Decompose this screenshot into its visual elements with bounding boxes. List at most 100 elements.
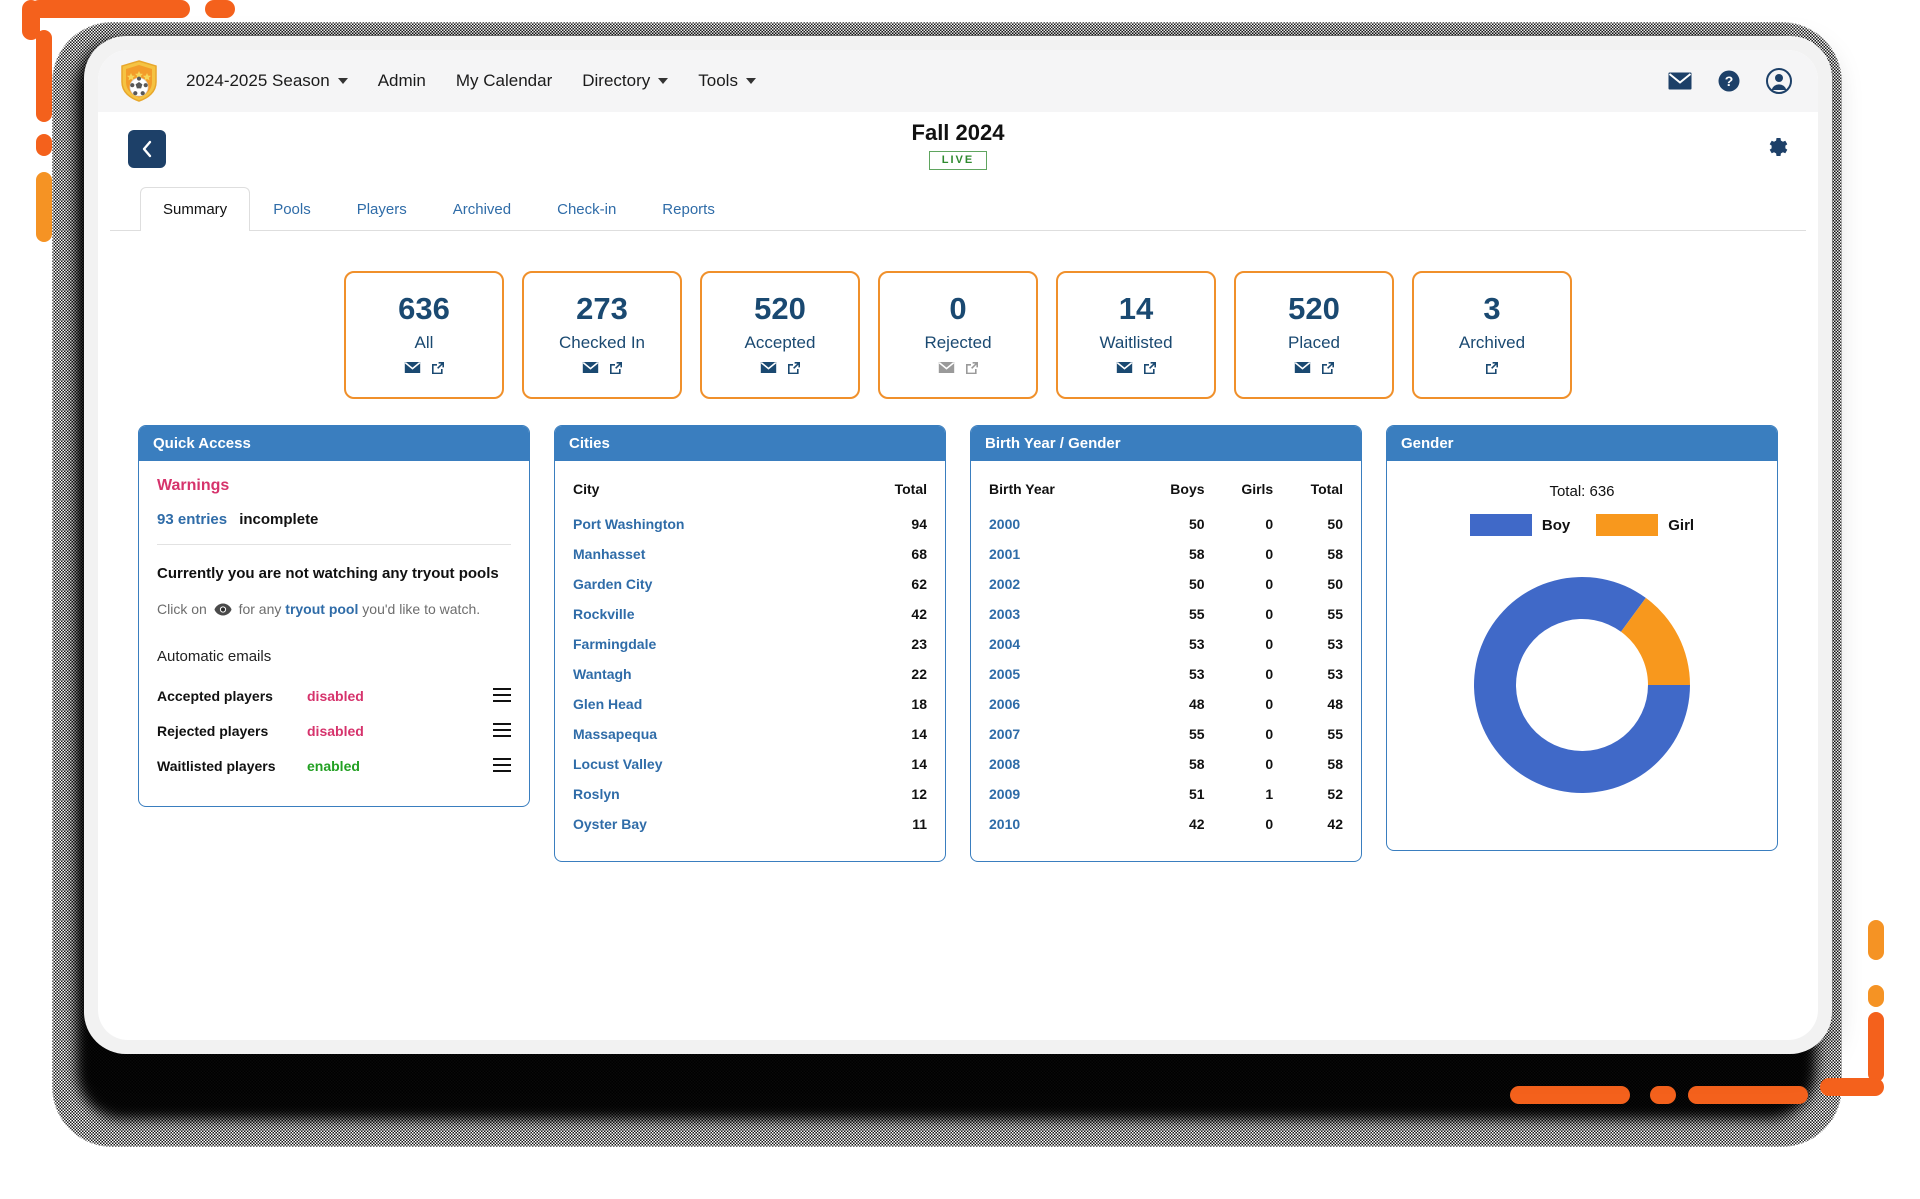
envelope-icon[interactable]	[582, 361, 599, 379]
birth-year-value[interactable]: 2006	[989, 689, 1131, 719]
stat-card-placed[interactable]: 520Placed	[1234, 271, 1394, 399]
birth-year-value[interactable]: 2009	[989, 779, 1131, 809]
tab-summary[interactable]: Summary	[140, 187, 250, 231]
envelope-icon[interactable]	[760, 361, 777, 379]
external-link-icon[interactable]	[431, 361, 445, 380]
stat-actions	[1485, 361, 1499, 380]
legend-item-boy: Boy	[1470, 514, 1570, 536]
stat-value: 273	[576, 291, 628, 327]
birth-year-value[interactable]: 2003	[989, 599, 1131, 629]
external-link-icon[interactable]	[1143, 361, 1157, 380]
user-avatar-icon[interactable]	[1766, 68, 1792, 94]
city-name[interactable]: Rockville	[573, 599, 847, 629]
external-link-icon[interactable]	[965, 361, 979, 380]
birth-year-value[interactable]: 2001	[989, 539, 1131, 569]
city-name[interactable]: Manhasset	[573, 539, 847, 569]
entries-link[interactable]: 93 entries	[157, 511, 227, 528]
automatic-emails-label: Automatic emails	[157, 648, 511, 665]
birth-year-value[interactable]: 2005	[989, 659, 1131, 689]
stat-card-archived[interactable]: 3Archived	[1412, 271, 1572, 399]
city-name[interactable]: Roslyn	[573, 779, 847, 809]
stat-card-checked-in[interactable]: 273Checked In	[522, 271, 682, 399]
city-name[interactable]: Garden City	[573, 569, 847, 599]
city-name[interactable]: Oyster Bay	[573, 809, 847, 839]
external-link-icon[interactable]	[787, 361, 801, 380]
city-name[interactable]: Farmingdale	[573, 629, 847, 659]
stat-label: All	[415, 333, 434, 353]
external-link-icon[interactable]	[1485, 361, 1499, 380]
birth-year-value[interactable]: 2007	[989, 719, 1131, 749]
soccer-shield-logo-icon[interactable]	[120, 60, 158, 102]
stat-label: Waitlisted	[1099, 333, 1172, 353]
table-row: Locust Valley14	[573, 749, 927, 779]
city-name[interactable]: Wantagh	[573, 659, 847, 689]
table-row: Roslyn12	[573, 779, 927, 809]
deco-dash-tl-v2	[36, 134, 52, 156]
nav-item-my-calendar[interactable]: My Calendar	[456, 71, 552, 91]
envelope-icon[interactable]	[1294, 361, 1311, 379]
legend-label-girl: Girl	[1668, 517, 1694, 534]
tab-players[interactable]: Players	[334, 187, 430, 231]
stat-label: Placed	[1288, 333, 1340, 353]
city-name[interactable]: Massapequa	[573, 719, 847, 749]
stat-card-rejected[interactable]: 0Rejected	[878, 271, 1038, 399]
back-button[interactable]	[128, 130, 166, 168]
envelope-icon[interactable]	[1668, 72, 1692, 90]
table-row: 200755055	[989, 719, 1343, 749]
tab-bar: Summary Pools Players Archived Check-in …	[110, 186, 1806, 231]
envelope-icon[interactable]	[938, 361, 955, 379]
gender-legend: Boy Girl	[1405, 514, 1759, 554]
birth-year-value[interactable]: 2004	[989, 629, 1131, 659]
birth-year-boys: 50	[1131, 569, 1205, 599]
menu-icon[interactable]	[493, 688, 511, 705]
birth-year-girls: 1	[1205, 779, 1274, 809]
stat-card-all[interactable]: 636All	[344, 271, 504, 399]
city-total: 11	[847, 809, 927, 839]
birth-year-value[interactable]: 2000	[989, 509, 1131, 539]
nav-item-admin-label: Admin	[378, 71, 426, 91]
status-badge: LIVE	[929, 151, 987, 170]
stat-card-waitlisted[interactable]: 14Waitlisted	[1056, 271, 1216, 399]
stat-card-accepted[interactable]: 520Accepted	[700, 271, 860, 399]
stat-actions	[582, 361, 623, 380]
gender-title: Gender	[1387, 426, 1777, 461]
city-name[interactable]: Glen Head	[573, 689, 847, 719]
birth-year-boys: 53	[1131, 629, 1205, 659]
envelope-icon[interactable]	[1116, 361, 1133, 379]
birth-year-boys: 53	[1131, 659, 1205, 689]
email-rule-name: Accepted players	[157, 688, 307, 704]
gear-icon[interactable]	[1764, 135, 1788, 164]
nav-item-admin[interactable]: Admin	[378, 71, 426, 91]
menu-icon[interactable]	[493, 758, 511, 775]
external-link-icon[interactable]	[609, 361, 623, 380]
birth-year-value[interactable]: 2010	[989, 809, 1131, 839]
menu-icon[interactable]	[493, 723, 511, 740]
tab-check-in[interactable]: Check-in	[534, 187, 639, 231]
tryout-pool-link[interactable]: tryout pool	[285, 601, 358, 617]
cities-title: Cities	[555, 426, 945, 461]
table-row: Oyster Bay11	[573, 809, 927, 839]
nav-item-directory[interactable]: Directory	[582, 71, 668, 91]
birth-year-value[interactable]: 2002	[989, 569, 1131, 599]
nav-item-tools[interactable]: Tools	[698, 71, 756, 91]
cities-col-city: City	[573, 477, 847, 509]
city-total: 18	[847, 689, 927, 719]
quick-access-title: Quick Access	[139, 426, 529, 461]
help-circle-icon[interactable]: ?	[1718, 70, 1740, 92]
envelope-icon[interactable]	[404, 361, 421, 379]
stat-actions	[938, 361, 979, 380]
tab-archived[interactable]: Archived	[430, 187, 534, 231]
email-rule-status: disabled	[307, 688, 364, 704]
city-name[interactable]: Port Washington	[573, 509, 847, 539]
tab-reports[interactable]: Reports	[639, 187, 738, 231]
city-name[interactable]: Locust Valley	[573, 749, 847, 779]
deco-dash-tl-h1	[30, 0, 190, 18]
panels-row: Quick Access Warnings 93 entries incompl…	[138, 425, 1778, 862]
tab-pools[interactable]: Pools	[250, 187, 334, 231]
divider	[157, 544, 511, 545]
birth-year-total: 50	[1273, 509, 1343, 539]
external-link-icon[interactable]	[1321, 361, 1335, 380]
nav-item-season[interactable]: 2024-2025 Season	[186, 71, 348, 91]
birth-year-value[interactable]: 2008	[989, 749, 1131, 779]
by-col-girls: Girls	[1205, 477, 1274, 509]
